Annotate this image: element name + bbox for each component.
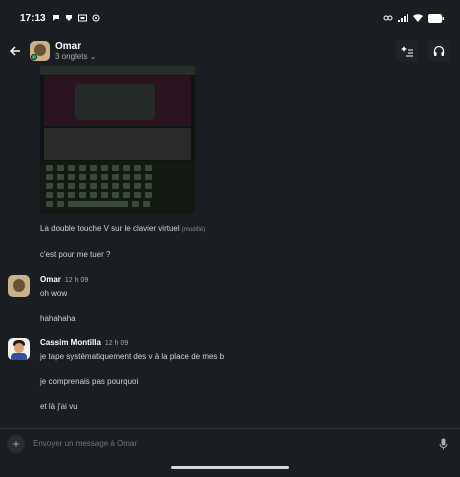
- message-timestamp: 12 h 09: [104, 340, 129, 347]
- message-author[interactable]: Omar 12 h 09: [40, 275, 88, 284]
- plus-icon: +: [12, 436, 20, 451]
- avatar[interactable]: [30, 41, 50, 61]
- author-name[interactable]: Omar: [40, 275, 61, 284]
- target-icon: [92, 14, 100, 22]
- tabs-count[interactable]: 3 onglets ⌄: [55, 52, 96, 61]
- message-timestamp: 12 h 09: [64, 277, 89, 284]
- system-icons: [383, 13, 444, 23]
- signal-icon: [398, 14, 408, 22]
- add-attachment-button[interactable]: +: [7, 434, 25, 453]
- heart-shield-icon: [65, 15, 72, 21]
- status-bar: 17:13: [0, 0, 460, 36]
- notification-icons: [52, 14, 100, 22]
- message-text: et là j'ai vu: [40, 402, 78, 411]
- wifi-icon: [413, 14, 423, 22]
- avatar-omar[interactable]: [8, 275, 30, 297]
- conversation-name: Omar: [55, 41, 82, 52]
- headphones-icon: [433, 45, 445, 56]
- filter-button[interactable]: [396, 40, 418, 62]
- back-button[interactable]: [0, 36, 30, 66]
- edited-label: (modifié): [181, 227, 206, 233]
- message-input[interactable]: [33, 439, 434, 448]
- voice-button[interactable]: [434, 435, 452, 453]
- microphone-icon: [439, 438, 447, 449]
- chat-bubble-icon: [52, 15, 59, 21]
- sparkle-list-icon: [401, 46, 413, 57]
- arrow-left-icon: [9, 46, 20, 56]
- avatar-cassim[interactable]: [8, 338, 30, 360]
- author-name[interactable]: Cassim Montilla: [40, 338, 101, 347]
- media-icon: [77, 14, 87, 22]
- message-text: hahahaha: [40, 314, 76, 323]
- message-text: La double touche V sur le clavier virtue…: [40, 224, 205, 233]
- home-indicator[interactable]: [171, 466, 289, 469]
- conversation-header: Omar 3 onglets ⌄: [0, 36, 460, 66]
- message-body: La double touche V sur le clavier virtue…: [40, 224, 180, 233]
- message-composer: +: [0, 428, 460, 458]
- message-text: je tape systématiquement des v à la plac…: [40, 352, 225, 361]
- link-icon: [383, 15, 393, 21]
- message-text: je comprenais pas pourquoi: [40, 377, 139, 386]
- message-text: oh wow: [40, 289, 68, 298]
- presence-dot: [31, 54, 37, 60]
- huddle-button[interactable]: [428, 40, 450, 62]
- message-author[interactable]: Cassim Montilla 12 h 09: [40, 338, 128, 347]
- battery-icon: [428, 13, 444, 23]
- header-titles[interactable]: Omar 3 onglets ⌄: [55, 41, 96, 61]
- shared-screenshot-image[interactable]: [40, 66, 195, 214]
- status-time: 17:13: [20, 12, 46, 24]
- message-text: c'est pour me tuer ?: [40, 250, 111, 259]
